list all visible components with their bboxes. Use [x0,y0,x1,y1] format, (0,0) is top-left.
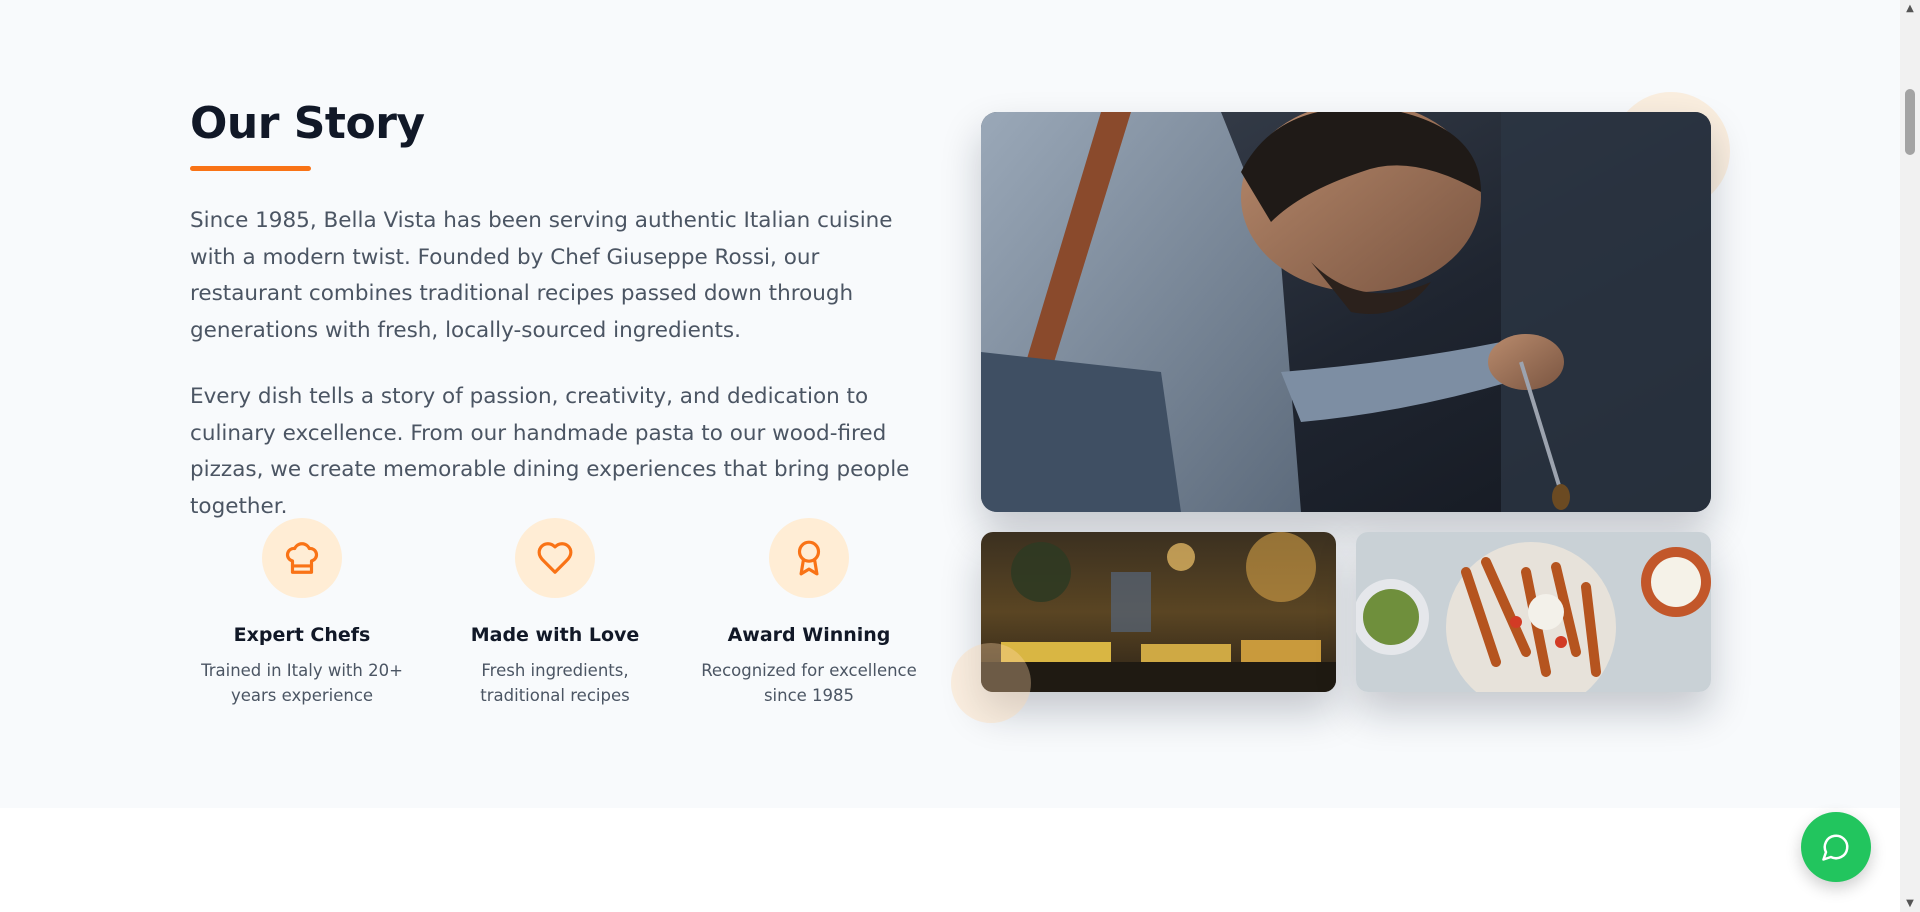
feature-description: Trained in Italy with 20+ years experien… [201,661,403,705]
feature-expert-chefs: Expert Chefs Trained in Italy with 20+ y… [190,518,414,708]
story-paragraph-1: Since 1985, Bella Vista has been serving… [190,208,893,343]
feature-made-with-love: Made with Love Fresh ingredients, tradit… [443,518,667,708]
section-title: Our Story [190,98,425,149]
restaurant-interior-image [981,532,1336,692]
feature-title: Award Winning [727,624,891,646]
heart-icon [515,518,595,598]
feature-description: Fresh ingredients, traditional recipes [480,661,630,705]
feature-title: Made with Love [470,624,640,646]
feature-title: Expert Chefs [233,624,371,646]
title-underline [190,166,311,171]
scrollbar-thumb[interactable] [1905,89,1915,155]
story-paragraph-2: Every dish tells a story of passion, cre… [190,384,910,519]
chef-plating-image [981,112,1711,512]
food-platter-image [1356,532,1711,692]
chef-hat-icon [262,518,342,598]
chat-button[interactable] [1801,812,1871,882]
next-section [0,808,1900,912]
award-icon [769,518,849,598]
decorative-circle [951,643,1031,723]
page: Our Story Since 1985, Bella Vista has be… [0,0,1900,912]
feature-description: Recognized for excellence since 1985 [701,661,917,705]
vertical-scrollbar[interactable]: ▲ ▼ [1900,0,1920,912]
scroll-up-icon[interactable]: ▲ [1900,0,1920,17]
chat-bubble-icon [1822,834,1849,861]
scroll-down-icon[interactable]: ▼ [1900,895,1920,912]
feature-award-winning: Award Winning Recognized for excellence … [697,518,921,708]
our-story-section: Our Story Since 1985, Bella Vista has be… [0,0,1900,808]
